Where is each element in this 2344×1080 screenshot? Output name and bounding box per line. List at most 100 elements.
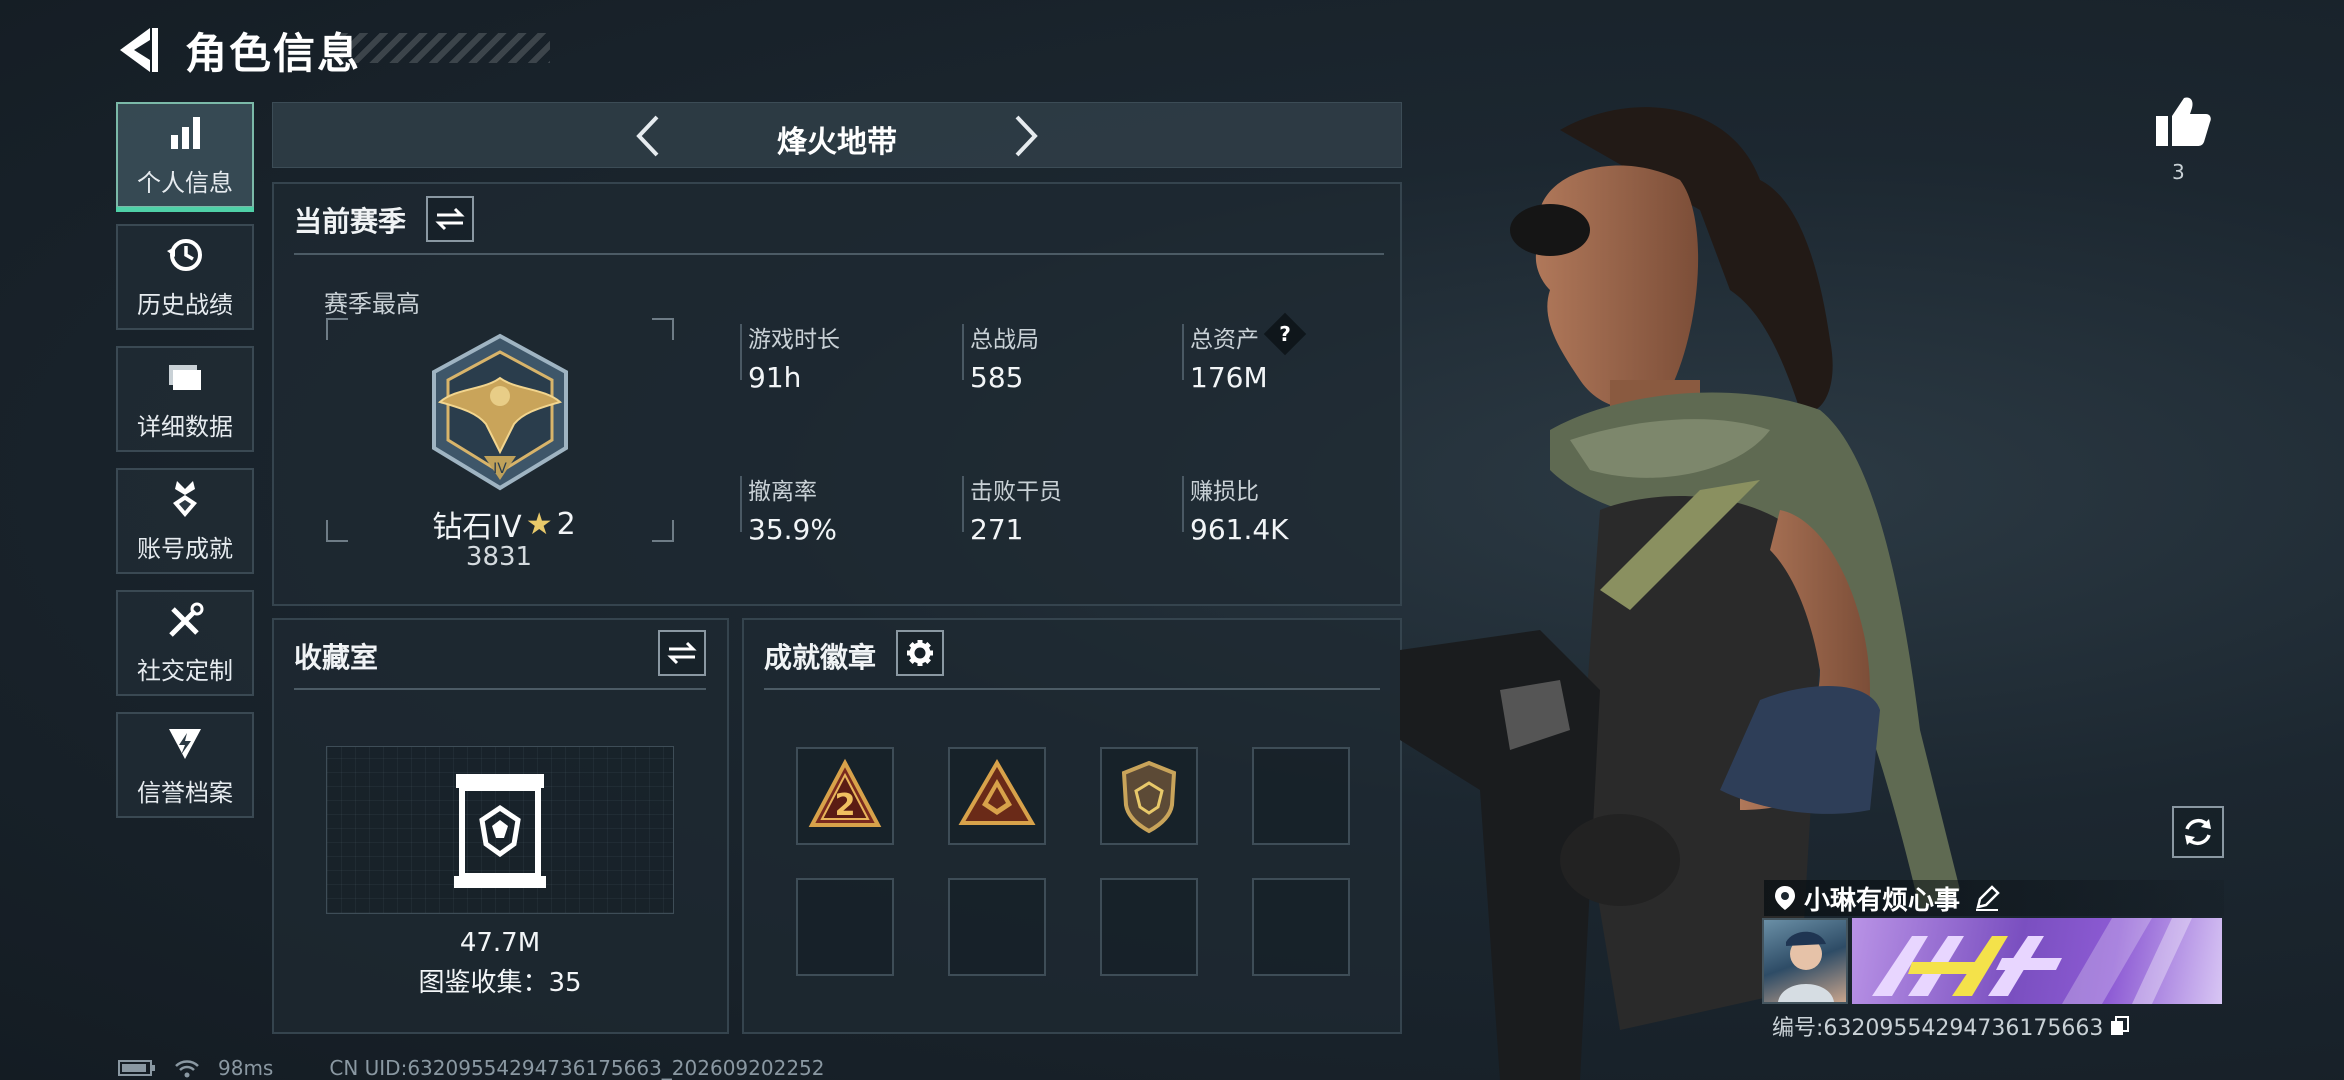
stat-label-total-assets: 总资产 [1190, 327, 1259, 353]
switch-collection-button[interactable] [658, 630, 706, 676]
refresh-icon [2185, 818, 2211, 846]
rank-emblem-icon: IV [432, 333, 568, 491]
achievement-title: 成就徽章 [764, 641, 877, 674]
star-icon: ★ [525, 506, 553, 542]
sidebar-item-label: 历史战绩 [137, 290, 233, 319]
stat-value-extraction-rate: 35.9% [748, 513, 837, 546]
wifi-icon [175, 1060, 199, 1078]
history-icon [167, 238, 202, 271]
stat-label-total-matches: 总战局 [970, 327, 1039, 353]
stat-separator [962, 324, 964, 380]
gear-icon [907, 640, 933, 666]
tools-icon [169, 602, 204, 637]
stat-label-operators-defeated: 击败干员 [970, 479, 1062, 505]
sidebar-item-label: 信誉档案 [137, 778, 233, 807]
player-name: 小琳有烦心事 [1804, 885, 1961, 916]
sidebar-item-credit-record[interactable]: 信誉档案 [116, 712, 254, 818]
stat-separator [1182, 324, 1184, 380]
shield-bolt-icon [169, 728, 201, 759]
vault-cabinet-icon [454, 774, 546, 888]
sidebar-item-label: 个人信息 [137, 168, 233, 197]
sidebar-item-history[interactable]: 历史战绩 [116, 224, 254, 330]
avatar[interactable] [1762, 918, 1848, 1004]
stat-separator [740, 476, 742, 532]
mode-selector: 烽火地带 [272, 102, 1402, 168]
stat-value-playtime: 91h [748, 361, 802, 394]
badge-slot-empty[interactable] [1252, 747, 1350, 845]
sidebar-item-achievements[interactable]: 账号成就 [116, 468, 254, 574]
stat-value-total-matches: 585 [970, 361, 1024, 394]
stat-separator [740, 324, 742, 380]
stat-value-profit-loss: 961.4K [1190, 513, 1289, 546]
battery-icon [118, 1060, 155, 1076]
stat-label-extraction-rate: 撤离率 [748, 479, 817, 505]
rank-name: 钻石IV [432, 510, 522, 545]
collection-count: 图鉴收集：35 [418, 968, 582, 998]
banner-logo-icon [1872, 918, 2192, 1004]
player-id-text: 编号:63209554294736175663 [1772, 1016, 2104, 1041]
rank-name-row: 钻石IV ★ 2 [424, 502, 584, 546]
badge-slot-empty[interactable] [1100, 878, 1198, 976]
status-bar: 98ms CN UID:63209554294736175663_2026092… [118, 1056, 825, 1080]
stat-value-total-assets: 176M [1190, 361, 1268, 394]
divider [294, 253, 1384, 255]
badge-slot-empty[interactable] [948, 878, 1046, 976]
copy-icon[interactable] [2109, 1015, 2131, 1037]
collection-title: 收藏室 [294, 641, 379, 674]
badge-slot-empty[interactable] [796, 878, 894, 976]
back-button[interactable] [112, 22, 162, 78]
season-title: 当前赛季 [294, 205, 407, 238]
svg-text:IV: IV [493, 461, 507, 477]
divider [764, 688, 1380, 690]
stat-label-profit-loss: 赚损比 [1190, 479, 1259, 505]
latency-text: 98ms [218, 1056, 274, 1080]
achievement-settings-button[interactable] [896, 630, 944, 676]
edit-pencil-icon[interactable] [1974, 885, 2000, 911]
medal-icon [173, 480, 197, 517]
sidebar-item-personal-info[interactable]: 个人信息 [116, 102, 254, 212]
bar-chart-icon [171, 116, 200, 149]
sidebar-item-label: 详细数据 [137, 412, 233, 441]
sidebar-item-label: 账号成就 [137, 534, 233, 563]
badge-slot[interactable]: 2 [796, 747, 894, 845]
badge-rank2-icon: 2 [808, 758, 882, 827]
collection-value: 47.7M [459, 928, 541, 958]
player-name-tag: 小琳有烦心事 [1764, 880, 2224, 916]
help-icon: ? [1279, 322, 1291, 346]
player-banner[interactable] [1852, 918, 2222, 1004]
uid-text: CN UID:63209554294736175663_202609202252 [329, 1056, 825, 1080]
sidebar-item-label: 社交定制 [137, 656, 233, 685]
folder-icon [169, 364, 201, 390]
stat-separator [1182, 476, 1184, 532]
like-count: 3 [2172, 160, 2185, 184]
location-pin-icon [1775, 886, 1795, 910]
thumbs-up-icon [2156, 97, 2211, 146]
sidebar-item-detailed-data[interactable]: 详细数据 [116, 346, 254, 452]
rank-score: 3831 [465, 542, 533, 572]
stat-separator [962, 476, 964, 532]
mode-title: 烽火地带 [777, 125, 897, 160]
badge-slot[interactable] [948, 747, 1046, 845]
title-decoration [340, 33, 550, 63]
swap-icon [435, 207, 465, 231]
page-title: 角色信息 [185, 29, 362, 78]
badge-shield-icon [1121, 760, 1177, 834]
stat-label-playtime: 游戏时长 [748, 327, 840, 353]
stat-value-operators-defeated: 271 [970, 513, 1024, 546]
rank-stars: 2 [556, 506, 576, 542]
badge-triangle-icon [958, 759, 1036, 825]
badge-slot-empty[interactable] [1252, 878, 1350, 976]
switch-season-button[interactable] [426, 196, 474, 242]
season-best-label: 赛季最高 [324, 290, 420, 318]
chevron-right-icon [1015, 115, 1038, 157]
divider [294, 688, 706, 690]
sidebar-item-social-custom[interactable]: 社交定制 [116, 590, 254, 696]
avatar-portrait-icon [1778, 931, 1834, 1002]
back-arrow-icon [120, 28, 158, 72]
rotate-view-button[interactable] [2172, 806, 2224, 858]
next-mode-button[interactable] [999, 111, 1049, 161]
svg-text:2: 2 [835, 788, 856, 823]
like-button[interactable] [2152, 92, 2212, 156]
swap-icon [667, 641, 697, 665]
badge-slot[interactable] [1100, 747, 1198, 845]
